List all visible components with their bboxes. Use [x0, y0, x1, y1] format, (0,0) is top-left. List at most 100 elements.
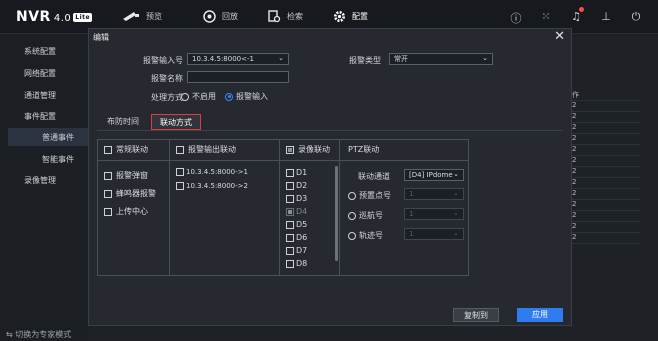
regular-linkage-header[interactable]: 常规联动	[104, 144, 148, 155]
background-table: 作 2 2 2 2 2 2 2 2 2 2 2 2 2	[570, 90, 640, 250]
sidebar-item-record[interactable]: 录像管理	[24, 175, 56, 186]
alarm-input-select[interactable]: 10.3.4.5:8000<-1 ⌄	[187, 53, 289, 65]
ptz-channel-label: 联动通道	[358, 172, 390, 181]
sidebar-item-normal-event[interactable]: 普通事件	[42, 132, 74, 143]
playback-icon	[203, 10, 216, 23]
checkbox-icon	[286, 181, 294, 190]
close-icon[interactable]: ✕	[554, 29, 565, 44]
alarm-name-input[interactable]	[187, 71, 289, 83]
table-row: 2	[570, 167, 640, 178]
nav-config[interactable]: 配置	[333, 10, 368, 23]
tab-schedule[interactable]: 布防时间	[97, 114, 149, 130]
nav-preview[interactable]: 预览	[122, 10, 162, 22]
checkbox-icon	[286, 220, 294, 229]
sidebar-item-smart-event[interactable]: 智能事件	[42, 154, 74, 165]
tab-linkage[interactable]: 联动方式	[151, 114, 201, 130]
sidebar-item-system[interactable]: 系统配置	[24, 46, 56, 57]
copy-to-button[interactable]: 复制到	[453, 308, 499, 322]
alarm-output-header[interactable]: 报警输出联动	[176, 144, 236, 155]
nav-playback[interactable]: 回放	[203, 10, 238, 23]
export-icon[interactable]: ⊥	[600, 10, 612, 26]
chevron-down-icon: ⌄	[453, 170, 459, 178]
grid-icon[interactable]: ⁙	[540, 10, 552, 26]
handle-mode-label: 处理方式	[151, 93, 183, 102]
apply-button[interactable]: 应用	[517, 308, 563, 322]
radio-circle	[225, 92, 233, 101]
camera-icon	[123, 12, 139, 21]
record-linkage-title: 录像联动	[298, 145, 330, 154]
sidebar-item-channel[interactable]: 通道管理	[24, 90, 56, 101]
radio-circle	[348, 211, 356, 220]
checkbox-icon	[176, 168, 184, 176]
record-linkage-column: 录像联动 D1 D2 D3 D4 D5 D6 D7 D8	[280, 140, 340, 275]
channel-d7[interactable]: D7	[286, 246, 307, 255]
alarm-output-item[interactable]: 10.3.4.5:8000->1	[176, 168, 248, 176]
table-row: 2	[570, 211, 640, 222]
power-icon[interactable]: ⏻	[630, 10, 642, 26]
channel-d1[interactable]: D1	[286, 168, 307, 177]
info-icon[interactable]: ⓘ	[510, 10, 522, 26]
table-row: 2	[570, 134, 640, 145]
channel-d3[interactable]: D3	[286, 194, 307, 203]
ptz-preset-radio[interactable]: 预置点号	[348, 190, 391, 201]
channel-d5[interactable]: D5	[286, 220, 307, 229]
ptz-cruise-radio[interactable]: 巡航号	[348, 210, 383, 221]
checkbox-icon	[104, 171, 112, 180]
checkbox-icon	[286, 194, 294, 203]
ptz-option-label: 预置点号	[359, 191, 391, 200]
radio-disable-label: 不启用	[192, 92, 216, 101]
nav-search[interactable]: 检索	[268, 10, 303, 23]
alarm-type-label: 报警类型	[349, 56, 381, 65]
checkbox-icon	[286, 246, 294, 255]
bell-icon[interactable]: ♫	[570, 7, 584, 26]
option-label: 上传中心	[116, 207, 148, 216]
option-label: 10.3.4.5:8000->1	[186, 168, 248, 176]
search-icon	[268, 10, 281, 23]
table-row: 2	[570, 156, 640, 167]
radio-circle	[348, 191, 356, 200]
checkbox-icon	[176, 182, 184, 190]
channel-d8[interactable]: D8	[286, 259, 307, 268]
alarm-input-value: 10.3.4.5:8000<-1	[192, 55, 254, 63]
channel-scrollbar[interactable]	[335, 166, 338, 261]
option-label: 10.3.4.5:8000->2	[186, 182, 248, 190]
edit-dialog: 编辑 ✕ 报警输入号 10.3.4.5:8000<-1 ⌄ 报警类型 常开 ⌄ …	[88, 28, 572, 326]
channel-label: D3	[296, 194, 308, 203]
radio-disable[interactable]: 不启用	[181, 91, 216, 102]
channel-d6[interactable]: D6	[286, 233, 307, 242]
alarm-output-item[interactable]: 10.3.4.5:8000->2	[176, 182, 248, 190]
option-buzzer[interactable]: 蜂鸣器报警	[104, 188, 156, 199]
expert-mode-link[interactable]: ⇆ 切换为专家模式	[6, 329, 71, 340]
ptz-option-label: 轨迹号	[359, 231, 383, 240]
table-row: 2	[570, 101, 640, 112]
radio-alarm-input[interactable]: 报警输入	[225, 91, 268, 102]
sidebar-item-event[interactable]: 事件配置	[24, 111, 56, 122]
ptz-track-radio[interactable]: 轨迹号	[348, 230, 383, 241]
sidebar: 系统配置 网络配置 通道管理 事件配置 普通事件 智能事件 录像管理	[0, 34, 88, 341]
brand-logo: NVR 4.0 Lite	[16, 9, 93, 25]
channel-d2[interactable]: D2	[286, 181, 307, 190]
ptz-preset-select: 1 ⌄	[404, 188, 464, 200]
chevron-down-icon: ⌄	[453, 189, 459, 197]
alarm-name-label: 报警名称	[151, 74, 183, 83]
option-upload-center[interactable]: 上传中心	[104, 206, 148, 217]
alarm-output-column: 报警输出联动 10.3.4.5:8000->1 10.3.4.5:8000->2	[170, 140, 280, 275]
channel-label: D5	[296, 220, 308, 229]
ptz-track-select: 1 ⌄	[404, 228, 464, 240]
channel-label: D1	[296, 168, 308, 177]
tab-divider	[97, 130, 563, 131]
ptz-cruise-select: 1 ⌄	[404, 208, 464, 220]
alarm-output-title: 报警输出联动	[188, 145, 236, 154]
ptz-channel-select[interactable]: [D4] IPdome ⌄	[404, 169, 464, 181]
notification-dot	[579, 7, 584, 12]
sidebar-item-network[interactable]: 网络配置	[24, 68, 56, 79]
checkbox-icon	[104, 145, 112, 154]
record-linkage-header[interactable]: 录像联动	[286, 144, 330, 155]
nvr-screen: NVR4.0Lite 预览 回放 检索 配置 ⓘ ⁙ ♫ ⊥ ⏻ 系统配置	[0, 0, 658, 341]
ptz-linkage-header: PTZ联动	[348, 145, 380, 154]
option-popup[interactable]: 报警弹窗	[104, 170, 148, 181]
gear-icon	[334, 11, 345, 22]
table-row: 2	[570, 200, 640, 211]
expert-mode-label: 切换为专家模式	[15, 330, 72, 339]
alarm-type-select[interactable]: 常开 ⌄	[389, 53, 493, 65]
